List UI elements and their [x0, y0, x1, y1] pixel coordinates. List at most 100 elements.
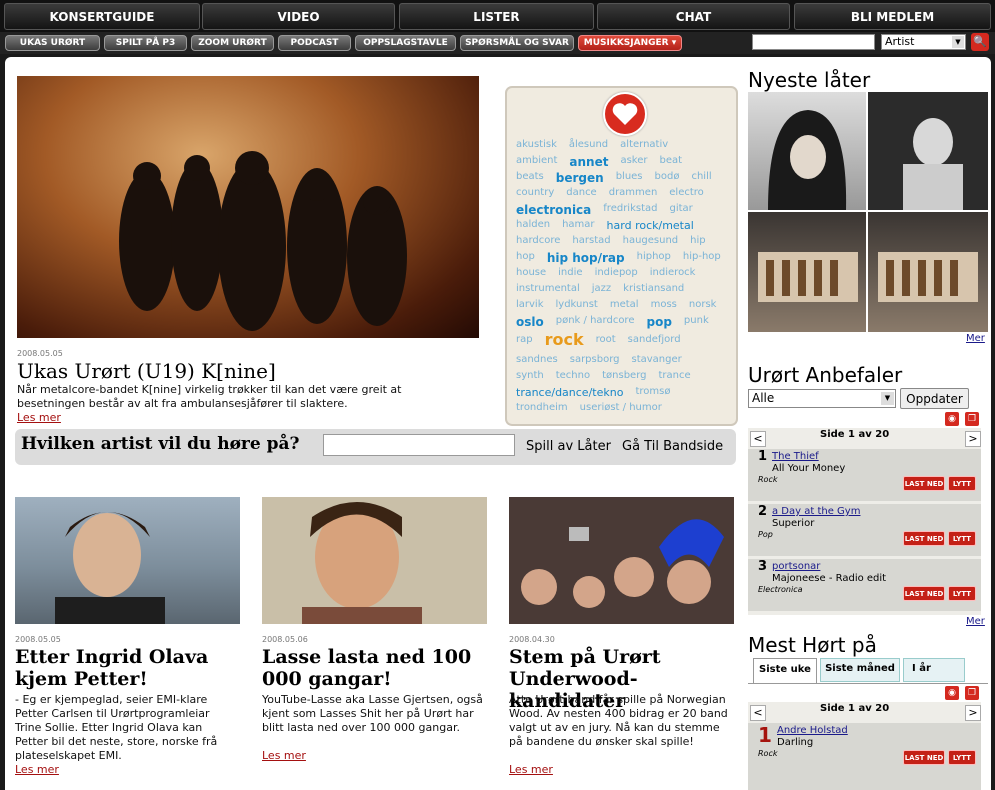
article-read-more[interactable]: Les mer: [15, 763, 59, 776]
next-page-button[interactable]: >: [965, 705, 981, 721]
article-read-more[interactable]: Les mer: [509, 763, 553, 776]
tag-sandnes[interactable]: sandnes: [516, 354, 558, 365]
artist-link[interactable]: The Thief: [772, 451, 819, 462]
tag-indierock[interactable]: indierock: [650, 267, 696, 278]
tag-rap[interactable]: rap: [516, 334, 533, 345]
artist-link[interactable]: Andre Holstad: [777, 725, 848, 736]
artist-link[interactable]: a Day at the Gym: [772, 506, 860, 517]
tag-pønk-hardcore[interactable]: pønk / hardcore: [556, 315, 635, 326]
tab-konsertguide[interactable]: KONSERTGUIDE: [4, 3, 200, 30]
search-input[interactable]: [752, 34, 875, 50]
tag-useriøst-humor[interactable]: useriøst / humor: [580, 402, 662, 413]
tag-bergen[interactable]: bergen: [556, 171, 604, 185]
tag-metal[interactable]: metal: [610, 299, 639, 310]
tag-punk[interactable]: punk: [684, 315, 709, 326]
tag-electronica[interactable]: electronica: [516, 203, 591, 217]
article-title[interactable]: Etter Ingrid Olava kjem Petter!: [15, 646, 245, 690]
tag-oslo[interactable]: oslo: [516, 315, 544, 329]
tag-blues[interactable]: blues: [616, 171, 643, 182]
tag-halden[interactable]: halden: [516, 219, 550, 230]
play-songs-link[interactable]: Spill av Låter: [526, 439, 611, 454]
article-photo-1[interactable]: [15, 497, 240, 624]
tag-trance[interactable]: trance: [658, 370, 690, 381]
article-title[interactable]: Lasse lasta ned 100 000 gangar!: [262, 646, 492, 690]
tag-kristiansand[interactable]: kristiansand: [623, 283, 684, 294]
listen-button[interactable]: LYTT: [948, 750, 976, 765]
article-photo-3[interactable]: [509, 497, 734, 624]
tag-alternativ[interactable]: alternativ: [620, 139, 668, 150]
tag-electro[interactable]: electro: [669, 187, 704, 198]
artist-link[interactable]: portsonar: [772, 561, 820, 572]
tag-techno[interactable]: techno: [556, 370, 590, 381]
tag-ålesund[interactable]: ålesund: [569, 139, 608, 150]
tag-chill[interactable]: chill: [691, 171, 711, 182]
tag-trance-dance-tekno[interactable]: trance/dance/tekno: [516, 386, 623, 399]
tag-synth[interactable]: synth: [516, 370, 544, 381]
subnav-ukas-urort[interactable]: UKAS URØRT: [5, 35, 100, 51]
tag-annet[interactable]: annet: [569, 155, 608, 169]
feature-read-more[interactable]: Les mer: [17, 411, 61, 424]
newest-song-thumb-3[interactable]: [748, 212, 866, 332]
newest-songs-more[interactable]: Mer: [966, 333, 985, 344]
feature-title[interactable]: Ukas Urørt (U19) K[nine]: [17, 360, 276, 382]
popup-icon[interactable]: ❐: [965, 686, 979, 700]
rss-icon[interactable]: ◉: [945, 686, 959, 700]
tag-gitar[interactable]: gitar: [669, 203, 692, 214]
subnav-podcast[interactable]: PODCAST: [278, 35, 351, 51]
subnav-musikksjanger[interactable]: MUSIKKSJANGER ▾: [578, 35, 682, 51]
download-button[interactable]: LAST NED: [903, 750, 945, 765]
tag-asker[interactable]: asker: [620, 155, 647, 166]
tab-bli-medlem[interactable]: BLI MEDLEM: [794, 3, 991, 30]
subnav-spilt-pa-p3[interactable]: SPILT PÅ P3: [104, 35, 187, 51]
tag-rock[interactable]: rock: [545, 330, 584, 349]
tag-bodø[interactable]: bodø: [655, 171, 680, 182]
search-type-select[interactable]: Artist ▼: [881, 34, 966, 50]
listen-button[interactable]: LYTT: [948, 531, 976, 546]
update-button[interactable]: Oppdater: [900, 388, 969, 409]
tag-indiepop[interactable]: indiepop: [595, 267, 638, 278]
article-read-more[interactable]: Les mer: [262, 749, 306, 762]
tag-beats[interactable]: beats: [516, 171, 544, 182]
listen-button[interactable]: LYTT: [948, 476, 976, 491]
tag-indie[interactable]: indie: [558, 267, 582, 278]
tag-stavanger[interactable]: stavanger: [632, 354, 682, 365]
tag-moss[interactable]: moss: [651, 299, 677, 310]
popup-icon[interactable]: ❐: [965, 412, 979, 426]
tag-dance[interactable]: dance: [566, 187, 596, 198]
tab-i-ar[interactable]: I år: [903, 658, 965, 682]
tag-sarpsborg[interactable]: sarpsborg: [570, 354, 620, 365]
download-button[interactable]: LAST NED: [903, 586, 945, 601]
newest-song-thumb-2[interactable]: [868, 92, 988, 210]
prev-page-button[interactable]: <: [750, 431, 766, 447]
tag-sandefjord[interactable]: sandefjord: [628, 334, 681, 345]
subnav-sporsmal-og-svar[interactable]: SPØRSMÅL OG SVAR: [460, 35, 574, 51]
subnav-zoom-urort[interactable]: ZOOM URØRT: [191, 35, 274, 51]
rss-icon[interactable]: ◉: [945, 412, 959, 426]
subnav-oppslagstavle[interactable]: OPPSLAGSTAVLE: [355, 35, 456, 51]
article-photo-2[interactable]: [262, 497, 487, 624]
tag-fredrikstad[interactable]: fredrikstad: [603, 203, 657, 214]
tag-pop[interactable]: pop: [646, 315, 671, 329]
tab-lister[interactable]: LISTER: [399, 3, 594, 30]
tag-hamar[interactable]: hamar: [562, 219, 594, 230]
tag-ambient[interactable]: ambient: [516, 155, 557, 166]
genre-filter-select[interactable]: Alle ▼: [748, 389, 896, 408]
download-button[interactable]: LAST NED: [903, 531, 945, 546]
tag-trondheim[interactable]: trondheim: [516, 402, 568, 413]
tag-drammen[interactable]: drammen: [609, 187, 658, 198]
newest-song-thumb-4[interactable]: [868, 212, 988, 332]
tag-hip[interactable]: hip: [690, 235, 705, 246]
tag-instrumental[interactable]: instrumental: [516, 283, 580, 294]
tag-hip-hop-rap[interactable]: hip hop/rap: [547, 251, 625, 265]
tag-tromsø[interactable]: tromsø: [635, 386, 670, 397]
tag-haugesund[interactable]: haugesund: [623, 235, 679, 246]
tab-video[interactable]: VIDEO: [202, 3, 395, 30]
feature-photo[interactable]: [17, 76, 479, 338]
tag-larvik[interactable]: larvik: [516, 299, 544, 310]
prev-page-button[interactable]: <: [750, 705, 766, 721]
newest-song-thumb-1[interactable]: [748, 92, 866, 210]
tag-hop[interactable]: hop: [516, 251, 535, 262]
listen-button[interactable]: LYTT: [948, 586, 976, 601]
tag-jazz[interactable]: jazz: [592, 283, 611, 294]
tag-norsk[interactable]: norsk: [689, 299, 717, 310]
